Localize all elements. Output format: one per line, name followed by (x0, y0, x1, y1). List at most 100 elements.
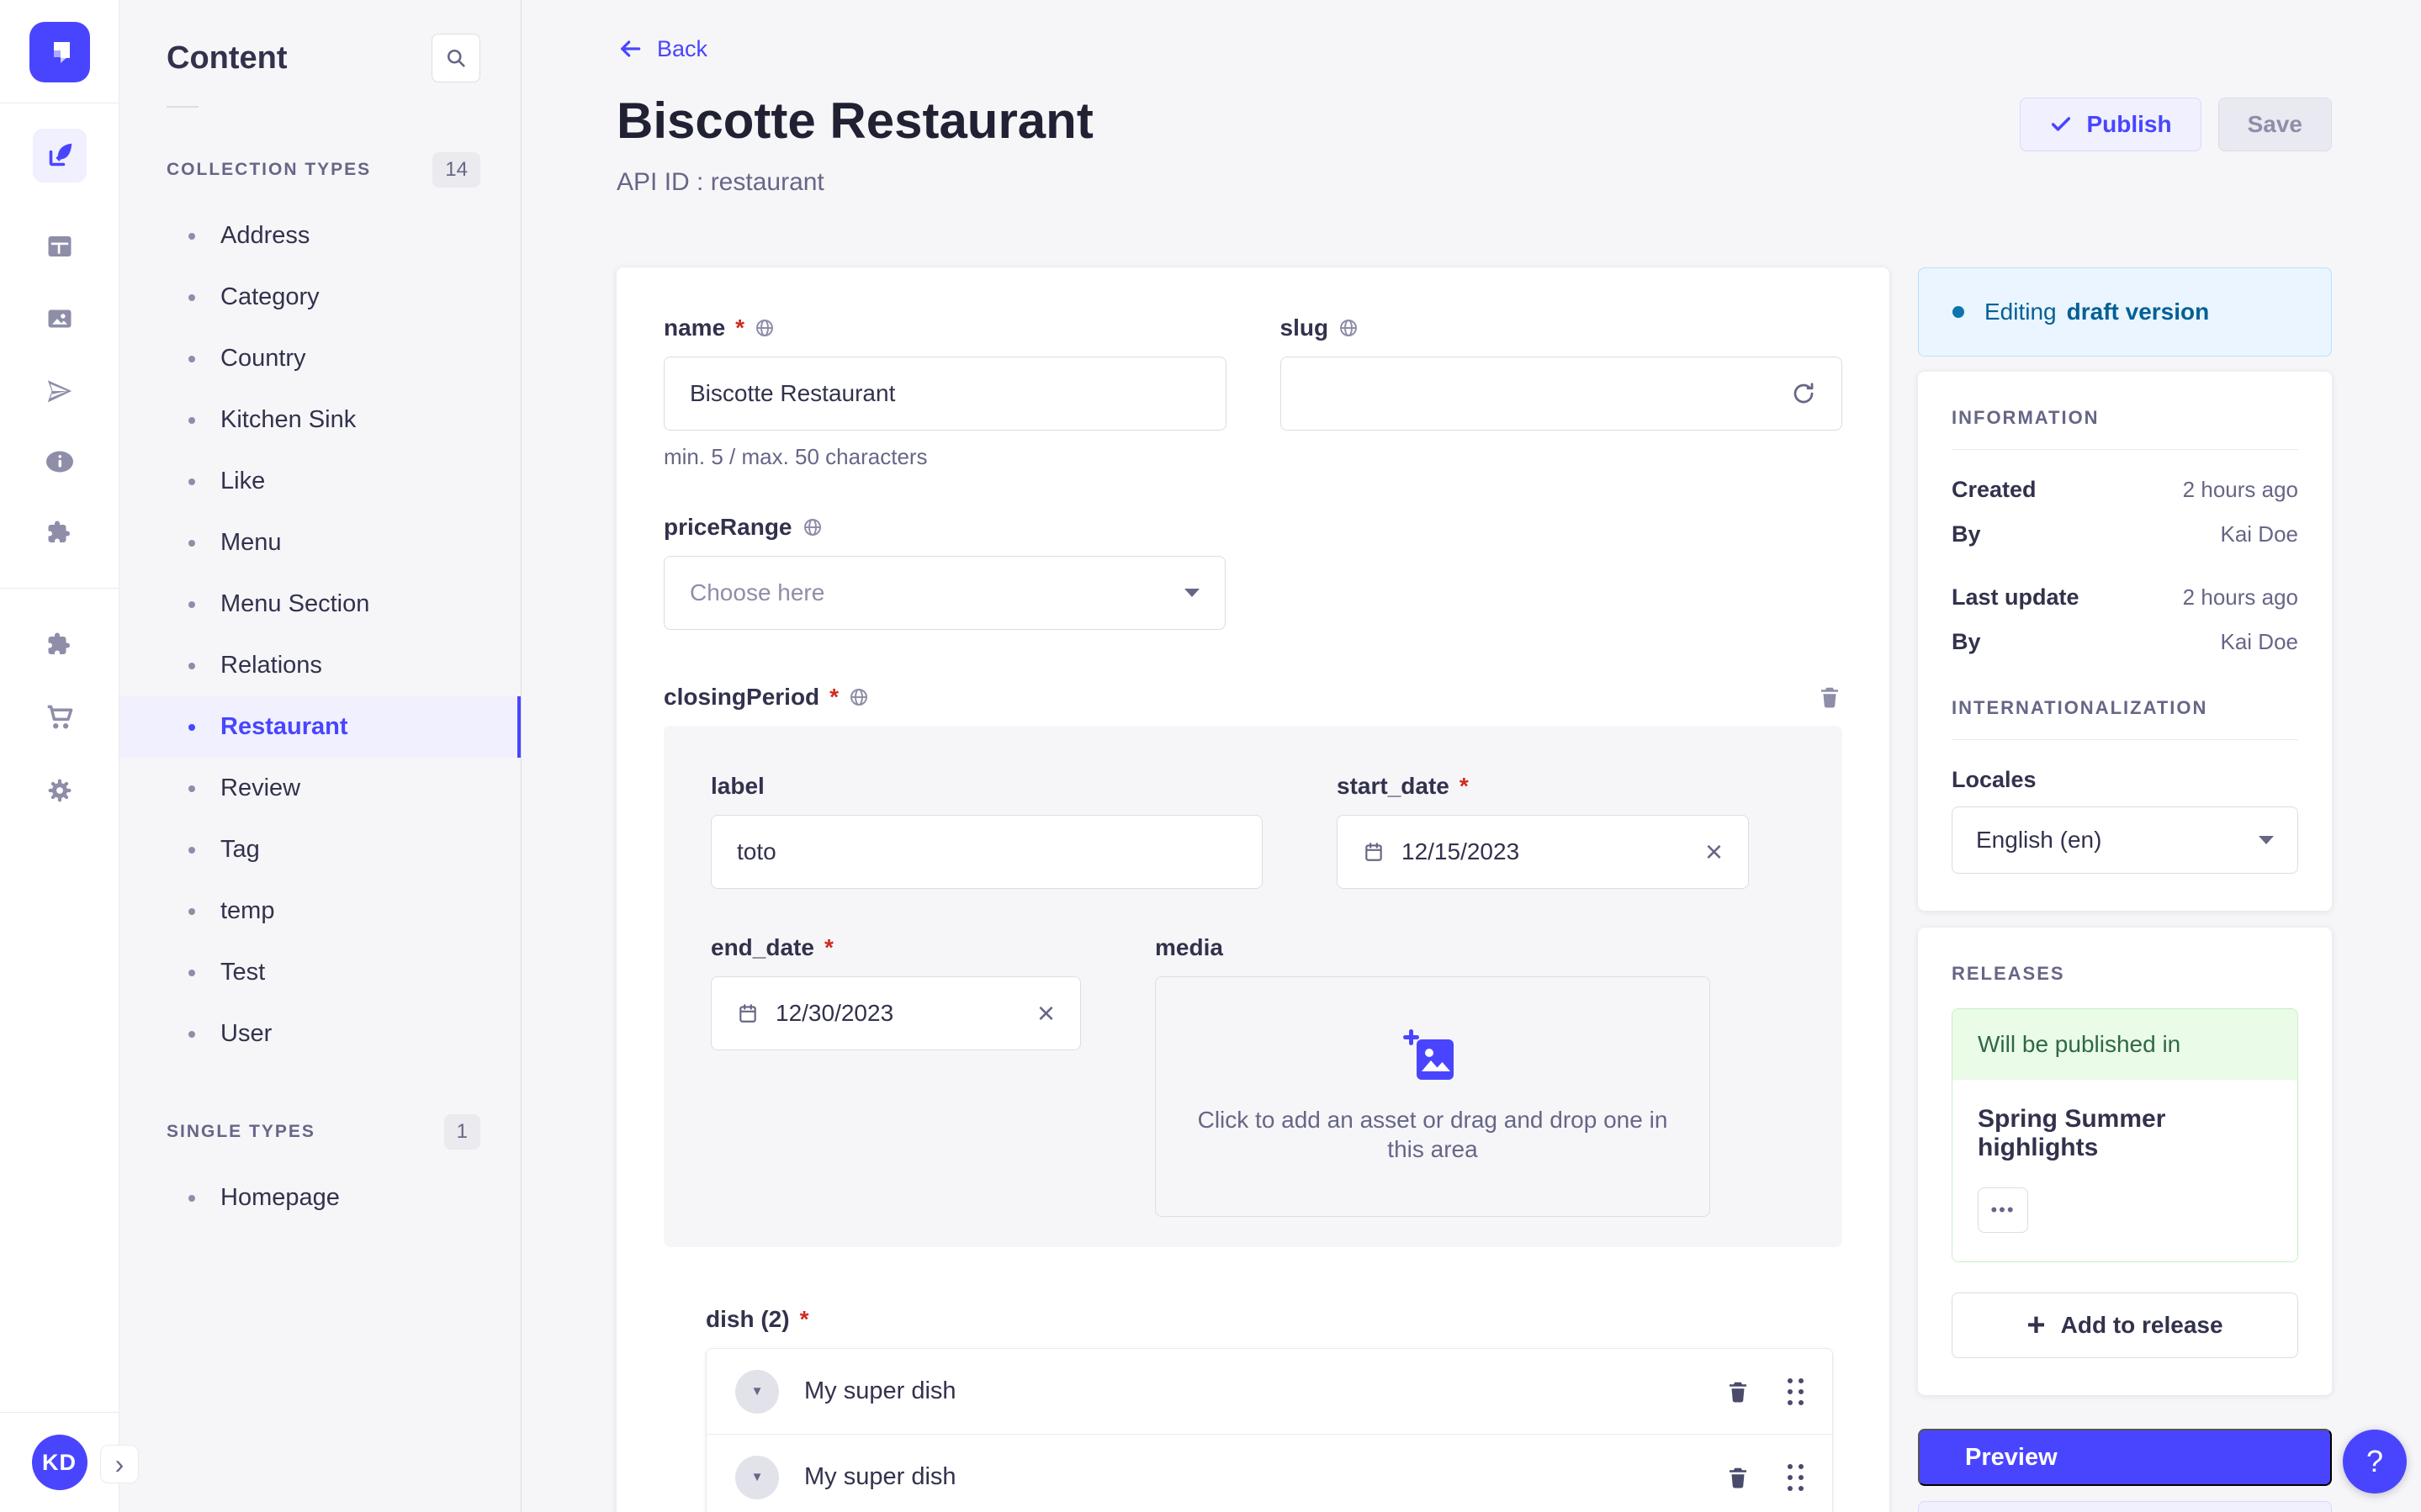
end-date-field-label: end_date (711, 934, 814, 961)
dish-entries: ▼ My super dish (707, 1349, 1832, 1512)
info-row: By Kai Doe (1952, 521, 2298, 547)
field-start-date: start_date* 12/15/2023 × (1337, 773, 1749, 889)
api-id-subtitle: API ID : restaurant (617, 168, 2332, 197)
sidebar-item-collection-type[interactable]: Category (119, 267, 521, 328)
divider (1952, 739, 2298, 740)
page-title: Biscotte Restaurant (617, 94, 1094, 147)
start-date-input[interactable]: 12/15/2023 × (1337, 815, 1749, 889)
sidebar-item-single-type[interactable]: Homepage (119, 1167, 521, 1229)
user-avatar[interactable]: KD (32, 1435, 87, 1490)
help-button[interactable]: ? (2343, 1430, 2407, 1493)
save-button[interactable]: Save (2218, 98, 2332, 151)
closing-period-field-label: closingPeriod (664, 684, 819, 711)
media-image-icon (45, 304, 75, 334)
nav-media-library[interactable] (45, 304, 75, 334)
sidebar-item-collection-type[interactable]: Menu Section (119, 574, 521, 635)
expand-sidebar-button[interactable]: › (100, 1445, 139, 1483)
nav-layout[interactable] (45, 231, 75, 262)
info-row-value: 2 hours ago (2183, 584, 2298, 611)
slug-input[interactable] (1280, 357, 1843, 431)
info-row: By Kai Doe (1952, 629, 2298, 655)
info-row-value: Kai Doe (2221, 629, 2299, 655)
bullet-icon (188, 1031, 195, 1038)
preview-button[interactable]: Preview (1918, 1429, 2332, 1486)
edit-form-card: name* Biscotte Restaurant min. 5 / max. … (617, 267, 1889, 1512)
nav-plugins[interactable] (45, 517, 75, 547)
edit-model-button[interactable]: Edit the model (1918, 1501, 2332, 1512)
chevron-down-icon (2259, 836, 2274, 844)
main-content: Back Biscotte Restaurant Publish Save AP… (522, 0, 2421, 1512)
release-name: Spring Summer highlights (1978, 1105, 2272, 1162)
dish-entry-row[interactable]: ▼ My super dish (707, 1435, 1832, 1512)
delete-entry-button[interactable] (1725, 1465, 1751, 1490)
sidebar-item-collection-type[interactable]: Review (119, 758, 521, 819)
label-input[interactable]: toto (711, 815, 1263, 889)
collection-types-count-badge: 14 (432, 152, 480, 188)
expand-entry-button[interactable]: ▼ (735, 1370, 779, 1414)
sidebar-item-collection-type[interactable]: Menu (119, 512, 521, 574)
expand-entry-button[interactable]: ▼ (735, 1456, 779, 1499)
field-dish: dish (2)* ▼ My super dish (706, 1306, 1842, 1512)
sidebar-item-collection-type[interactable]: Kitchen Sink (119, 389, 521, 451)
info-row: Last update 2 hours ago (1952, 584, 2298, 611)
bullet-icon (188, 233, 195, 240)
editing-draft-banner: Editing draft version (1918, 267, 2332, 357)
sidebar-item-label: Homepage (220, 1184, 340, 1212)
sidebar-item-label: Category (220, 283, 320, 311)
single-types-list: Homepage (167, 1167, 480, 1229)
calendar-icon (737, 1002, 759, 1024)
sidebar-item-collection-type[interactable]: Country (119, 328, 521, 389)
save-label: Save (2248, 111, 2302, 138)
back-link[interactable]: Back (617, 35, 707, 62)
nav-marketplace[interactable] (44, 701, 76, 733)
sidebar-item-collection-type[interactable]: Like (119, 451, 521, 512)
rail-icon-group-top (44, 231, 76, 547)
strapi-logo[interactable] (29, 22, 90, 82)
clear-date-button[interactable]: × (1705, 837, 1723, 867)
sidebar-item-collection-type[interactable]: Relations (119, 635, 521, 696)
sidebar-item-label: Menu Section (220, 590, 369, 618)
shopping-cart-icon (44, 701, 76, 733)
chevron-down-icon (1184, 589, 1200, 597)
price-range-select[interactable]: Choose here (664, 556, 1226, 630)
sidebar-item-collection-type[interactable]: User (119, 1003, 521, 1065)
bullet-icon (188, 294, 195, 301)
delete-entry-button[interactable] (1725, 1379, 1751, 1404)
field-slug: slug (1280, 315, 1843, 470)
nav-settings[interactable] (45, 775, 75, 806)
sidebar-item-collection-type[interactable]: Address (119, 205, 521, 267)
locale-select[interactable]: English (en) (1952, 806, 2298, 874)
end-date-input[interactable]: 12/30/2023 × (711, 976, 1081, 1050)
sidebar-item-collection-type[interactable]: Test (119, 942, 521, 1003)
regenerate-slug-button[interactable] (1791, 381, 1816, 406)
nav-marketplace-plugins[interactable] (45, 629, 75, 659)
dish-entry-row[interactable]: ▼ My super dish (707, 1349, 1832, 1435)
divider (1952, 449, 2298, 450)
preview-label: Preview (1965, 1444, 2058, 1472)
clear-date-button[interactable]: × (1037, 998, 1055, 1028)
release-box: Will be published in Spring Summer highl… (1952, 1008, 2298, 1262)
sidebar-item-collection-type[interactable]: temp (119, 880, 521, 942)
sidebar-item-collection-type[interactable]: Restaurant (119, 696, 521, 758)
drag-handle-icon[interactable] (1788, 1378, 1804, 1405)
sidebar-item-collection-type[interactable]: Tag (119, 819, 521, 880)
nav-content-manager[interactable] (33, 129, 87, 182)
nav-deploy[interactable] (45, 376, 75, 406)
editing-prefix: Editing (1984, 299, 2057, 325)
sidebar-item-label: Tag (220, 836, 260, 864)
label-field-label: label (711, 773, 765, 800)
release-more-button[interactable]: ••• (1978, 1187, 2028, 1233)
media-dropzone[interactable]: Click to add an asset or drag and drop o… (1155, 976, 1710, 1217)
nav-documentation[interactable] (44, 448, 76, 475)
name-input[interactable]: Biscotte Restaurant (664, 357, 1226, 431)
delete-component-button[interactable] (1817, 685, 1842, 710)
drag-handle-icon[interactable] (1788, 1464, 1804, 1491)
closing-period-panel: label toto start_date* (664, 726, 1842, 1247)
paper-plane-icon (45, 376, 75, 406)
back-label: Back (657, 36, 707, 62)
search-button[interactable] (432, 34, 480, 82)
info-row-label: By (1952, 521, 1981, 547)
add-to-release-button[interactable]: + Add to release (1952, 1293, 2298, 1358)
releases-card: RELEASES Will be published in Spring Sum… (1918, 928, 2332, 1395)
publish-button[interactable]: Publish (2020, 98, 2201, 151)
